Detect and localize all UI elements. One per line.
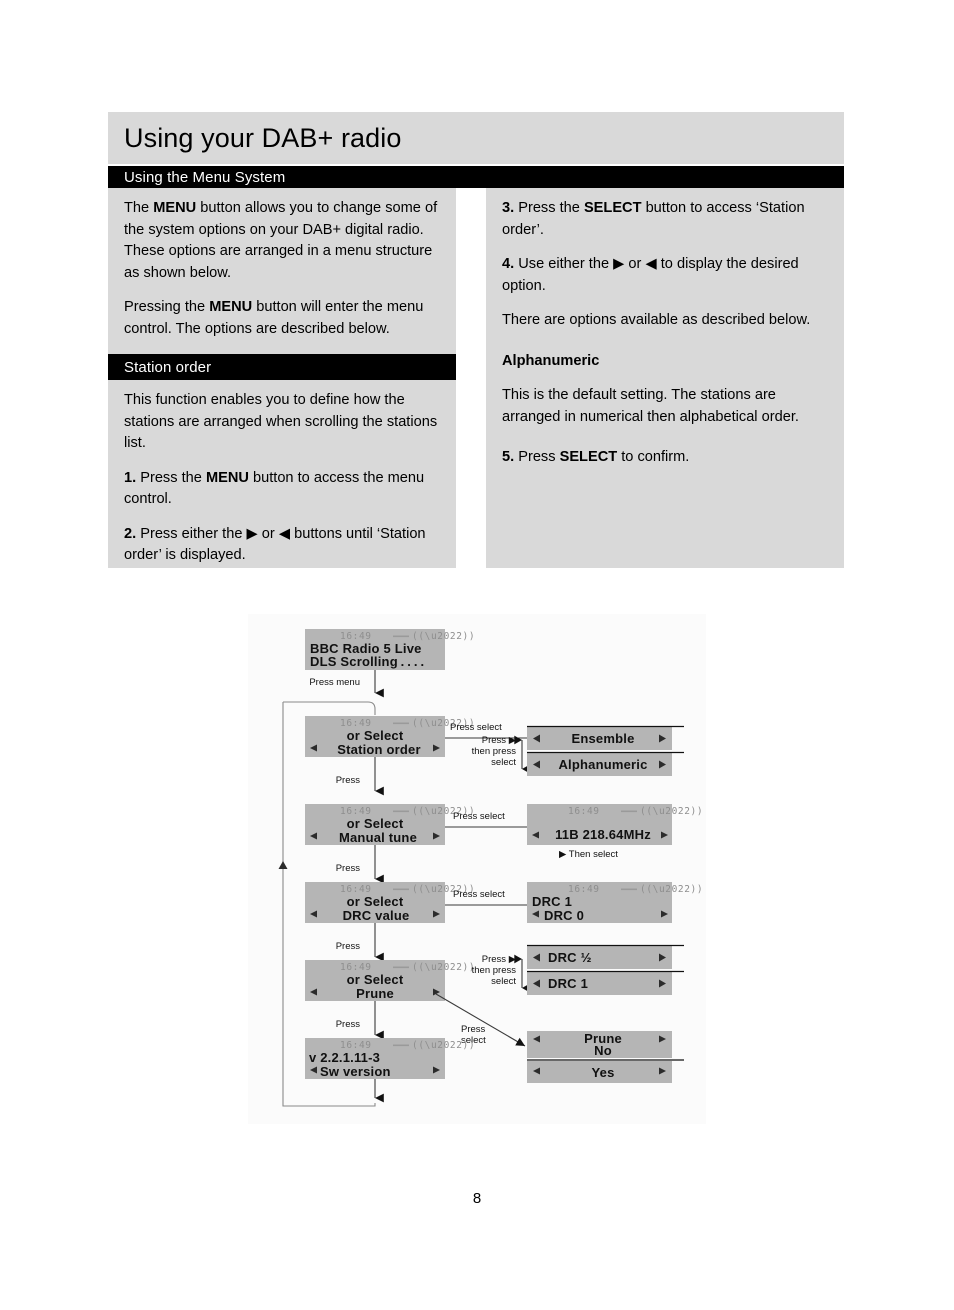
lcd-line2: Station order [337,742,421,757]
edge-label-press-right: Press ▶ [482,954,517,965]
lcd-line1: or Select [347,972,404,987]
edge-label-press-select: Press select [450,722,502,733]
lcd-line2: 11B 218.64MHz [555,827,651,842]
lcd-line2: Prune [356,986,394,1001]
edge-label-select: select [491,976,516,987]
step-1: 1. Press the MENU button to access the m… [124,469,425,508]
lcd-line1: v 2.2.1.11-3 [309,1050,380,1065]
step-5: 5. Press SELECT to confirm. [502,449,690,465]
svg-text:((\u2022)): ((\u2022)) [412,1040,475,1051]
left-column-intro: The MENU button allows you to change som… [108,188,456,354]
option-label: DRC ½ [548,950,592,965]
lcd-manual-tune-value: 16:49 ((\u2022)) 11B 218.64MHz [527,804,703,845]
edge-label-press-select: Press select [453,889,505,900]
option-label: DRC 1 [548,976,588,991]
section-header-menu-system: Using the Menu System [108,166,844,188]
lcd-prune: 16:49 ((\u2022)) or Select Prune [305,960,475,1001]
lcd-option-drc-half: DRC ½ [527,944,684,969]
edge-label-press: Press [336,775,361,786]
lcd-drc-options: 16:49 ((\u2022)) DRC 1 DRC 0 [527,882,703,923]
lcd-clock: 16:49 [568,884,600,895]
paragraph-menu-intro: The MENU button allows you to change som… [124,200,438,281]
option-label: DRC 0 [544,908,584,923]
lcd-line2: Sw version [320,1064,391,1079]
edge-label-then-press: then press [472,746,517,757]
edge-label-press-select: Press select [453,811,505,822]
option-label: Yes [591,1065,614,1080]
paragraph-station-order-desc: This function enables you to define how … [124,392,438,451]
lcd-option-drc-1: DRC 1 [527,970,684,995]
lcd-manual-tune: 16:49 ((\u2022)) or Select Manual tune [305,804,475,845]
lcd-prune-option-yes: Yes [527,1059,684,1083]
section-header-station-order: Station order [108,354,456,380]
step-2: 2. Press either the ▶ or ◀ buttons until… [124,525,426,564]
section-header-station-order-label: Station order [124,358,212,376]
paragraph-alphanumeric-desc: This is the default setting. The station… [502,387,799,425]
paragraph-menu-entry: Pressing the MENU button will enter the … [124,299,424,337]
section-header-menu-system-label: Using the Menu System [124,168,286,186]
edge-label-press: Press [336,863,361,874]
loop-arrow-icon [278,861,288,869]
page-number: 8 [472,1190,482,1207]
menu-structure-diagram: .lcd { fill: #b5b5b5; } .lcdline { strok… [248,614,706,1124]
page-title: Using your DAB+ radio [124,122,402,153]
svg-text:((\u2022)): ((\u2022)) [412,962,475,973]
lcd-line2: Manual tune [339,830,417,845]
svg-text:((\u2022)): ((\u2022)) [640,884,703,895]
lcd-now-playing: 16:49 ((\u2022)) BBC Radio 5 Live DLS Sc… [305,629,475,670]
option-label-top: DRC 1 [532,894,572,909]
lcd-drc-value: 16:49 ((\u2022)) or Select DRC value [305,882,475,923]
lcd-option-alphanumeric: Alphanumeric [527,751,684,776]
paragraph-options-available: There are options available as described… [502,312,811,328]
page-title-bar: Using your DAB+ radio [108,112,844,164]
edge-label-press: Press [336,941,361,952]
lcd-line1: or Select [347,894,404,909]
edge-label-then-press: then press [472,965,517,976]
edge-label-press-right: Press ▶ [482,735,517,746]
left-column-station-order: This function enables you to define how … [108,380,456,568]
option-label: Ensemble [571,731,634,746]
subheading-alphanumeric: Alphanumeric [502,352,600,369]
lcd-line1: or Select [347,728,404,743]
lcd-prune-options: Prune No [527,1031,672,1058]
right-column: 3. Press the SELECT button to access ‘St… [486,188,844,568]
edge-label-press: Press [336,1019,361,1030]
step-3: 3. Press the SELECT button to access ‘St… [502,200,805,238]
lcd-sw-version: 16:49 ((\u2022)) v 2.2.1.11-3 Sw version [305,1038,475,1079]
lcd-line1: or Select [347,816,404,831]
step-4: 4. Use either the ▶ or ◀ to display the … [502,256,799,294]
svg-text:((\u2022)): ((\u2022)) [640,806,703,817]
option-label: No [594,1043,612,1058]
edge-label-press-menu: Press menu [309,677,360,688]
option-label: Alphanumeric [558,757,647,772]
edge-label-select: select [491,757,516,768]
edge-label-press: Press [461,1024,486,1035]
lcd-line2: DLS Scrolling . . . . [310,654,424,669]
lcd-clock: 16:49 [568,806,600,817]
lcd-line2: DRC value [343,908,410,923]
lcd-option-ensemble: Ensemble [527,725,684,750]
edge-label-then-select: ▶ Then select [559,849,618,860]
